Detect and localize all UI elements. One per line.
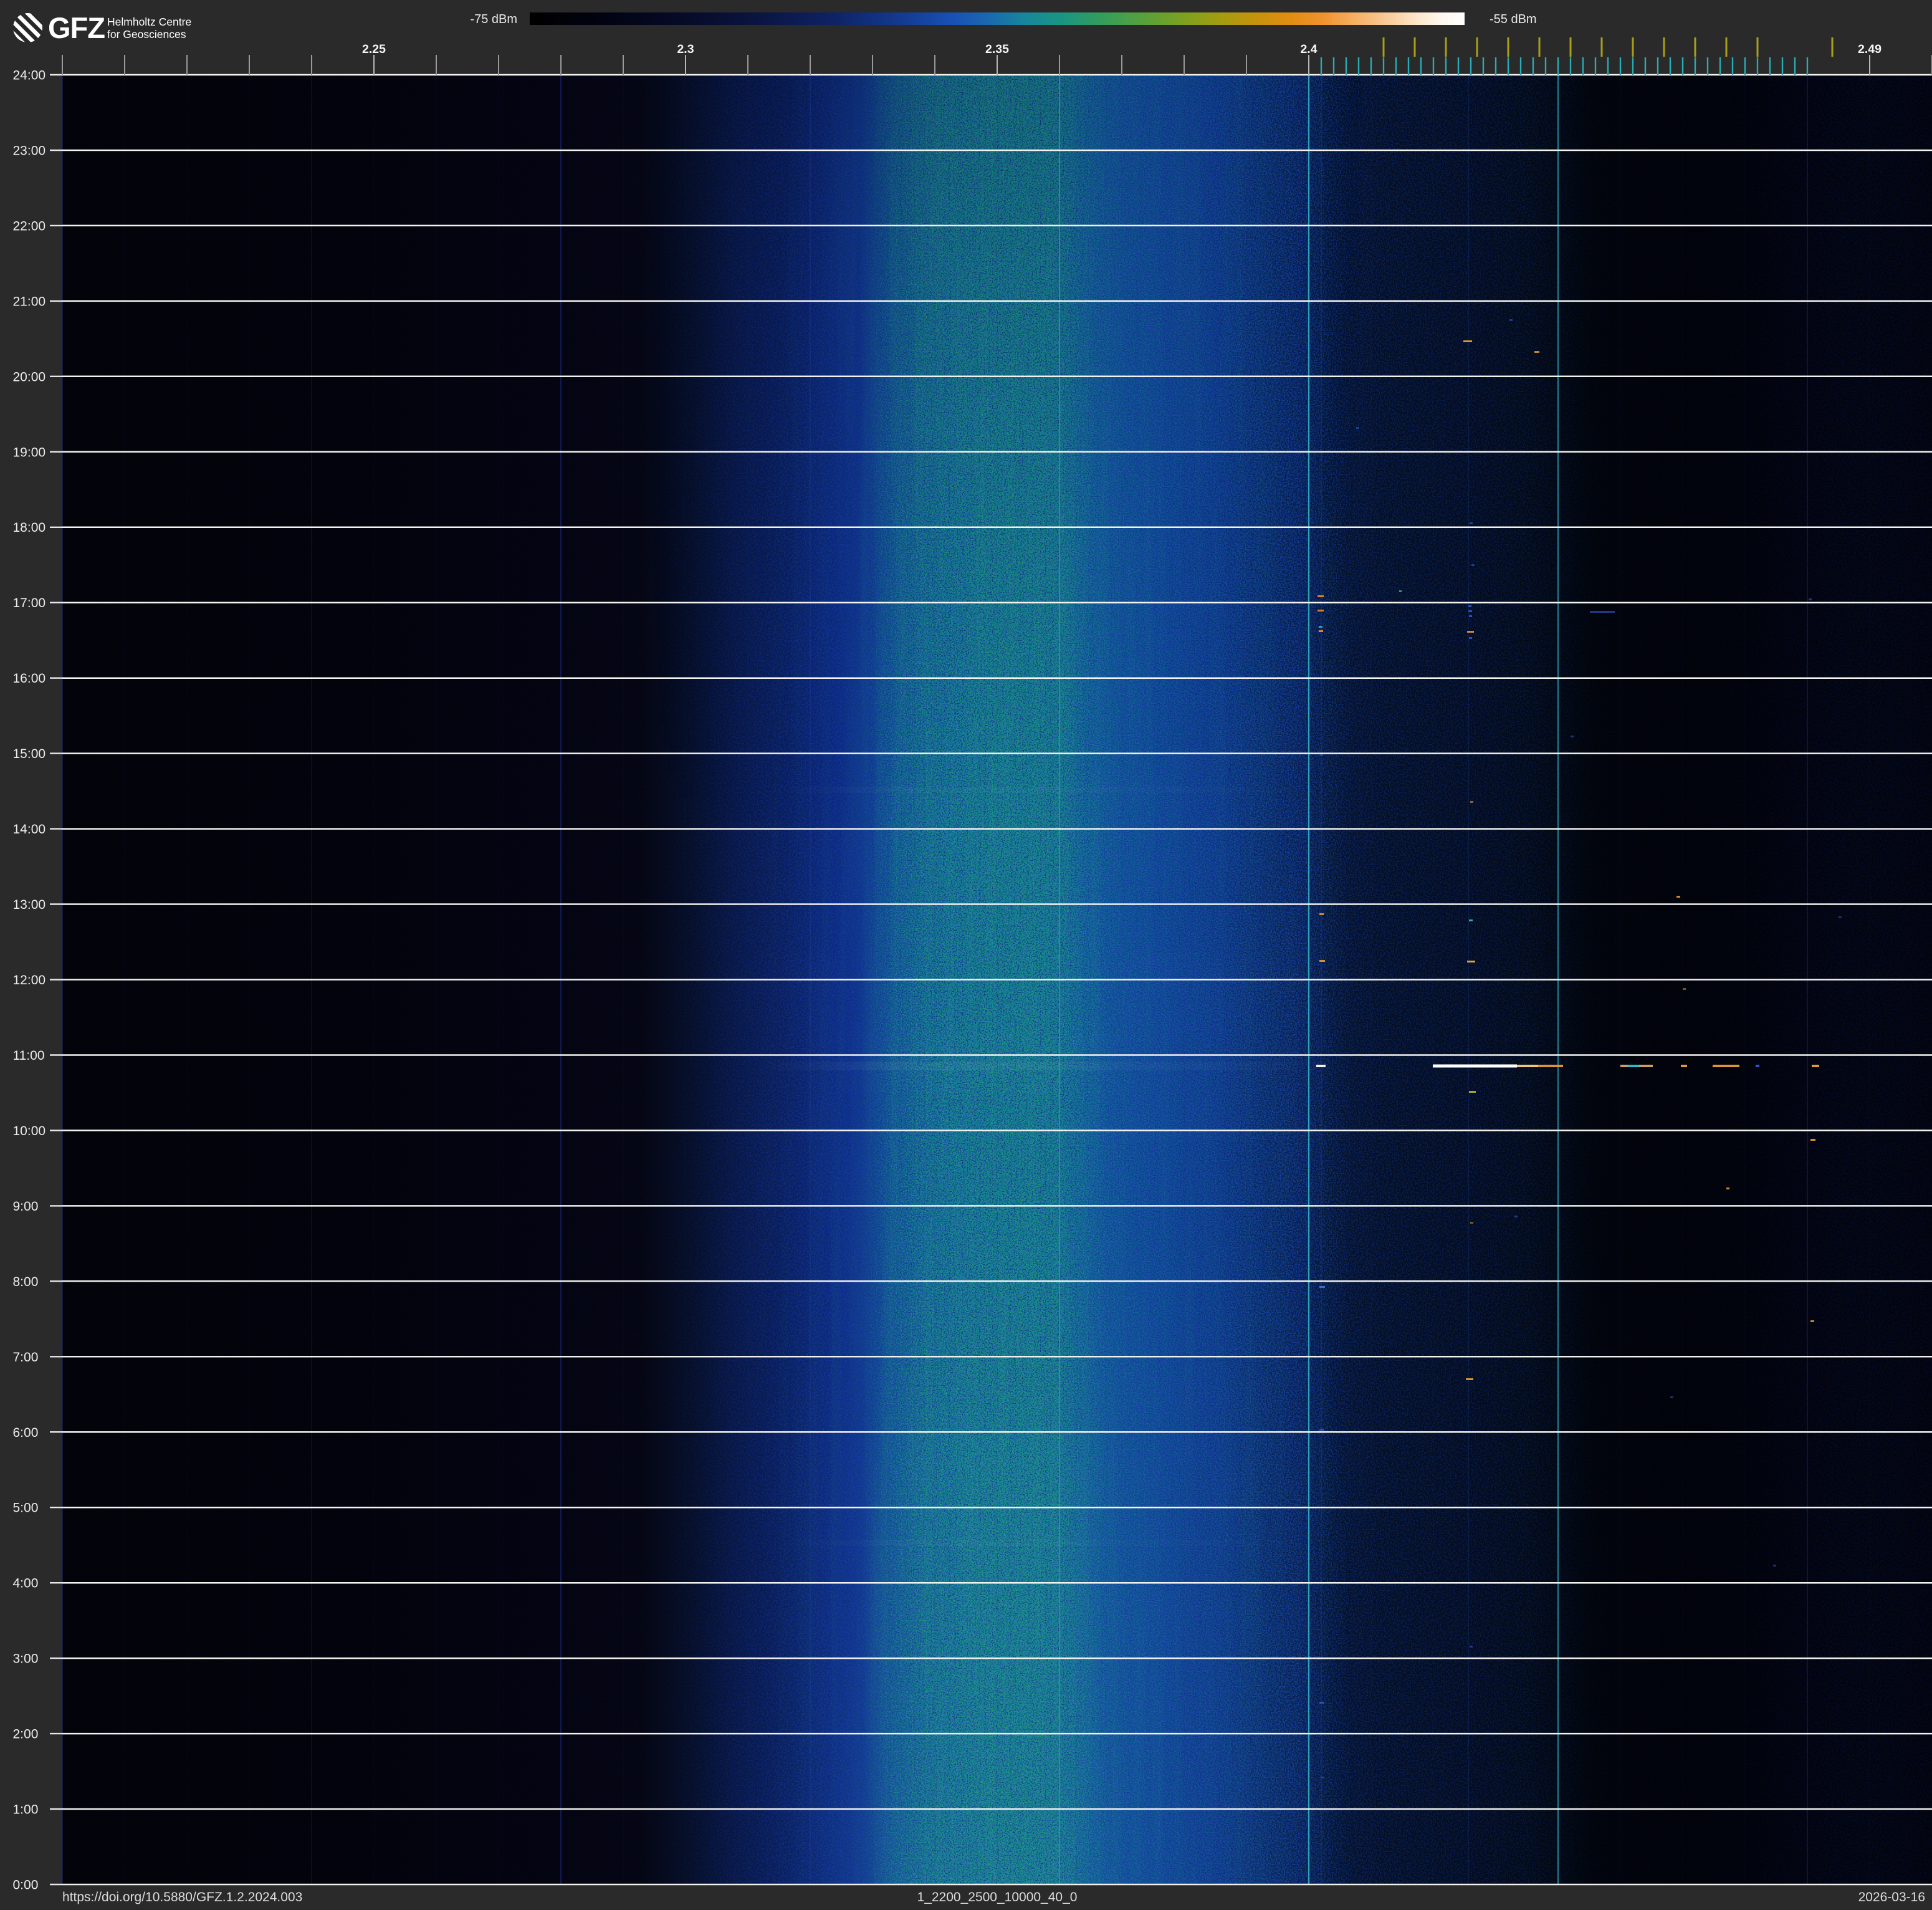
svg-text:20:00: 20:00 (13, 370, 46, 384)
svg-text:5:00: 5:00 (13, 1501, 39, 1515)
svg-text:9:00: 9:00 (13, 1199, 39, 1214)
svg-text:13:00: 13:00 (13, 898, 46, 912)
svg-text:6:00: 6:00 (13, 1426, 39, 1440)
svg-text:16:00: 16:00 (13, 671, 46, 686)
svg-text:-55 dBm: -55 dBm (1490, 12, 1537, 26)
svg-text:17:00: 17:00 (13, 596, 46, 610)
svg-text:https://doi.org/10.5880/GFZ.1.: https://doi.org/10.5880/GFZ.1.2.2024.003 (62, 1890, 302, 1904)
svg-text:12:00: 12:00 (13, 973, 46, 987)
svg-text:4:00: 4:00 (13, 1576, 39, 1591)
svg-text:for Geosciences: for Geosciences (107, 28, 186, 41)
svg-text:22:00: 22:00 (13, 219, 46, 233)
svg-text:-75 dBm: -75 dBm (470, 12, 517, 26)
svg-text:GFZ: GFZ (48, 11, 105, 44)
svg-text:2026-03-16: 2026-03-16 (1858, 1890, 1925, 1904)
svg-text:7:00: 7:00 (13, 1350, 39, 1365)
svg-text:1:00: 1:00 (13, 1803, 39, 1817)
svg-text:1_2200_2500_10000_40_0: 1_2200_2500_10000_40_0 (917, 1890, 1078, 1904)
svg-text:23:00: 23:00 (13, 144, 46, 158)
svg-text:2.4: 2.4 (1300, 42, 1317, 56)
svg-text:10:00: 10:00 (13, 1124, 46, 1138)
svg-text:15:00: 15:00 (13, 747, 46, 761)
svg-text:2:00: 2:00 (13, 1727, 39, 1742)
svg-text:21:00: 21:00 (13, 294, 46, 309)
svg-text:14:00: 14:00 (13, 822, 46, 837)
svg-text:8:00: 8:00 (13, 1275, 39, 1289)
svg-text:11:00: 11:00 (13, 1049, 45, 1063)
svg-text:24:00: 24:00 (13, 69, 46, 83)
svg-text:2.3: 2.3 (677, 42, 694, 56)
svg-text:2.25: 2.25 (362, 42, 386, 56)
svg-text:0:00: 0:00 (13, 1878, 39, 1893)
svg-text:2.35: 2.35 (985, 42, 1009, 56)
svg-text:3:00: 3:00 (13, 1652, 39, 1666)
svg-text:2.49: 2.49 (1858, 42, 1882, 56)
svg-text:18:00: 18:00 (13, 521, 46, 535)
svg-text:19:00: 19:00 (13, 445, 46, 459)
svg-text:Helmholtz Centre: Helmholtz Centre (107, 16, 191, 28)
